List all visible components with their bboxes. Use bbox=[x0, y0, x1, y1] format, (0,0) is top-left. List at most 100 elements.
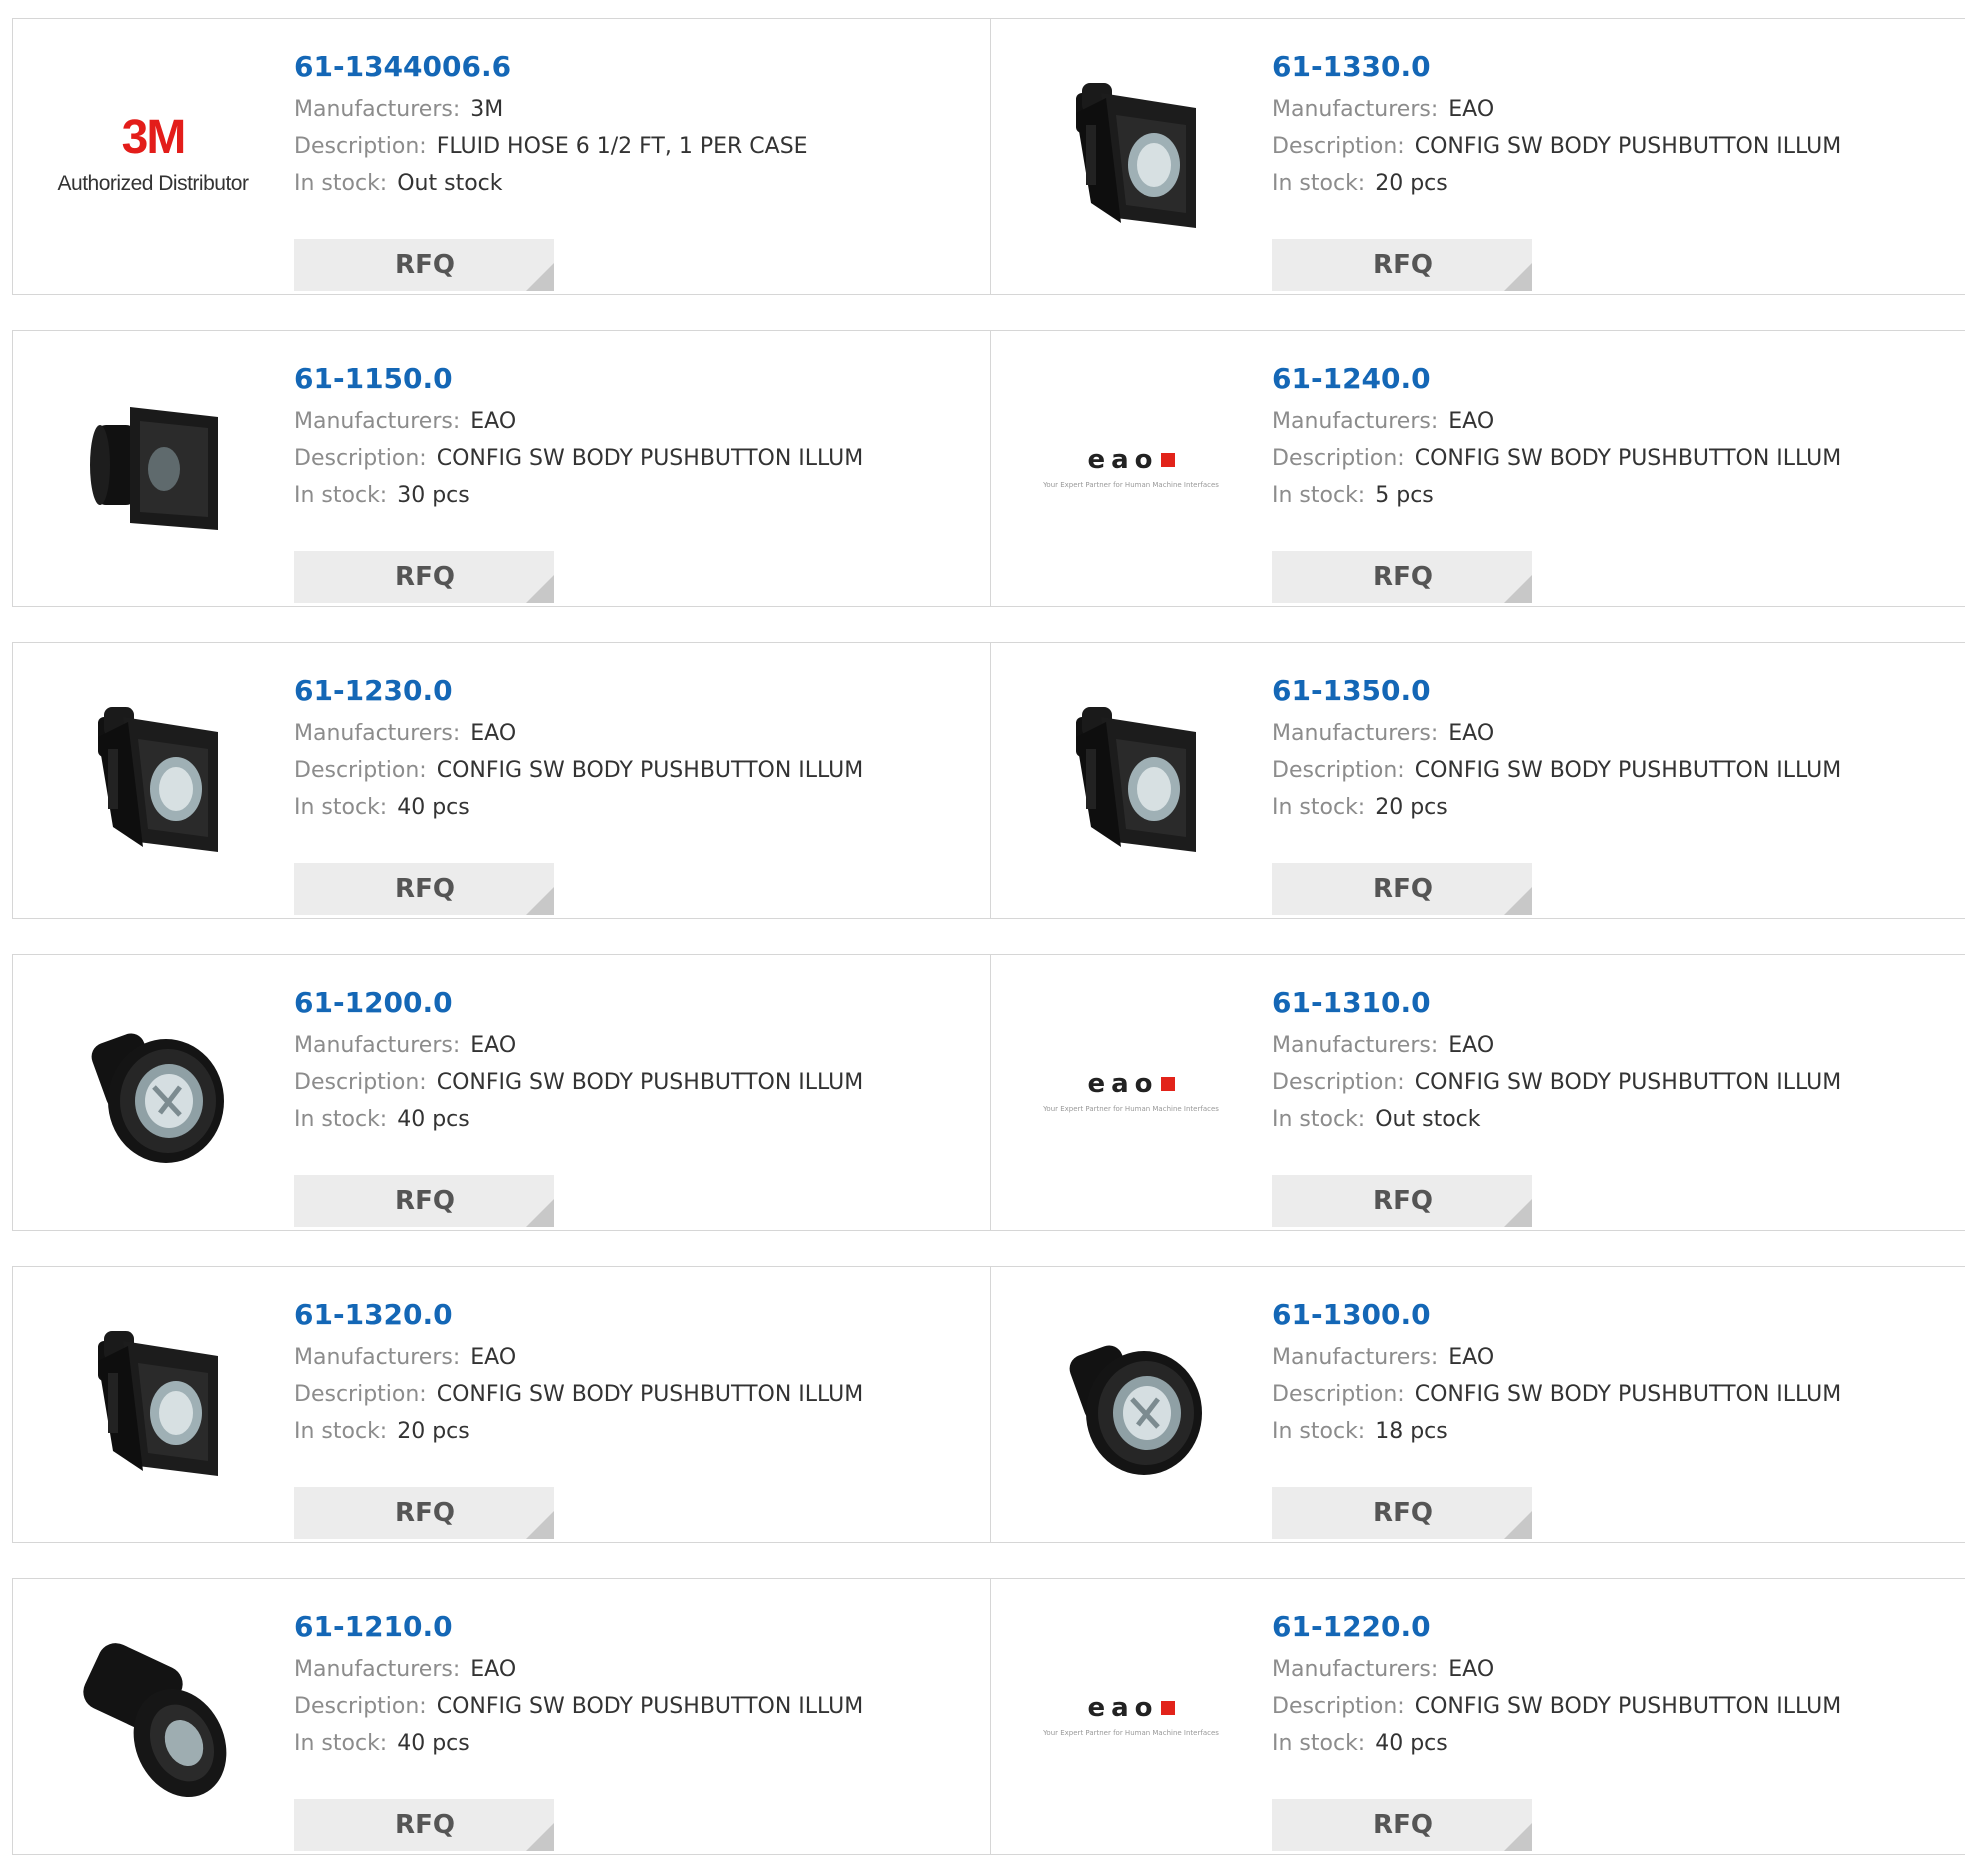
rfq-button[interactable]: RFQ bbox=[294, 1175, 554, 1227]
product-image[interactable] bbox=[53, 367, 253, 567]
stock-line: In stock: 40 pcs bbox=[294, 789, 863, 826]
description-value: CONFIG SW BODY PUSHBUTTON ILLUM bbox=[436, 1070, 864, 1095]
rfq-button[interactable]: RFQ bbox=[294, 1799, 554, 1851]
manufacturer-value: EAO bbox=[1448, 1657, 1495, 1682]
rfq-button[interactable]: RFQ bbox=[294, 863, 554, 915]
rfq-label: RFQ bbox=[395, 250, 455, 280]
stock-line: In stock: 20 pcs bbox=[1272, 165, 1841, 202]
corner-triangle-icon bbox=[526, 1823, 554, 1851]
manufacturer-value: EAO bbox=[470, 721, 517, 746]
manufacturers-label: Manufacturers: bbox=[294, 1657, 461, 1682]
product-image[interactable] bbox=[1031, 679, 1231, 879]
stock-line: In stock: Out stock bbox=[294, 165, 808, 202]
product-info: 61-1330.0 Manufacturers: EAO Description:… bbox=[1272, 49, 1841, 291]
part-number-link[interactable]: 61-1300.0 bbox=[1272, 1297, 1841, 1333]
manufacturer-line: Manufacturers: EAO bbox=[1272, 1651, 1841, 1688]
part-number-link[interactable]: 61-1230.0 bbox=[294, 673, 863, 709]
rfq-label: RFQ bbox=[395, 1810, 455, 1840]
part-number-link[interactable]: 61-1240.0 bbox=[1272, 361, 1841, 397]
product-image[interactable]: eao Your Expert Partner for Human Machin… bbox=[1031, 1615, 1231, 1815]
product-card: 3M Authorized Distributor 61-1344006.6 M… bbox=[13, 19, 990, 294]
corner-triangle-icon bbox=[526, 887, 554, 915]
product-info: 61-1350.0 Manufacturers: EAO Description:… bbox=[1272, 673, 1841, 915]
eao-wordmark: eao bbox=[1087, 1069, 1159, 1099]
description-value: CONFIG SW BODY PUSHBUTTON ILLUM bbox=[436, 1382, 864, 1407]
in-stock-label: In stock: bbox=[1272, 1731, 1366, 1756]
description-label: Description: bbox=[294, 1070, 427, 1095]
rfq-button[interactable]: RFQ bbox=[1272, 551, 1532, 603]
rfq-button[interactable]: RFQ bbox=[294, 239, 554, 291]
product-card: 61-1150.0 Manufacturers: EAO Description:… bbox=[13, 331, 990, 606]
description-value: CONFIG SW BODY PUSHBUTTON ILLUM bbox=[1414, 134, 1842, 159]
product-image[interactable] bbox=[53, 1615, 253, 1815]
manufacturers-label: Manufacturers: bbox=[1272, 409, 1439, 434]
part-number-link[interactable]: 61-1330.0 bbox=[1272, 49, 1841, 85]
product-card: 61-1200.0 Manufacturers: EAO Description:… bbox=[13, 955, 990, 1230]
product-image[interactable] bbox=[53, 991, 253, 1191]
manufacturer-line: Manufacturers: EAO bbox=[294, 1651, 863, 1688]
3m-logo-mark: 3M bbox=[121, 111, 187, 164]
product-row: 61-1210.0 Manufacturers: EAO Description:… bbox=[12, 1578, 1965, 1855]
manufacturer-value: EAO bbox=[470, 1345, 517, 1370]
corner-triangle-icon bbox=[1504, 1511, 1532, 1539]
stock-value: 40 pcs bbox=[397, 1731, 470, 1756]
description-value: CONFIG SW BODY PUSHBUTTON ILLUM bbox=[436, 446, 864, 471]
rfq-button[interactable]: RFQ bbox=[1272, 239, 1532, 291]
rfq-button[interactable]: RFQ bbox=[1272, 1175, 1532, 1227]
part-number-link[interactable]: 61-1344006.6 bbox=[294, 49, 808, 85]
rfq-button[interactable]: RFQ bbox=[1272, 1487, 1532, 1539]
product-image[interactable]: eao Your Expert Partner for Human Machin… bbox=[1031, 367, 1231, 567]
product-card: 61-1330.0 Manufacturers: EAO Description:… bbox=[991, 19, 1965, 294]
part-number-link[interactable]: 61-1210.0 bbox=[294, 1609, 863, 1645]
rfq-label: RFQ bbox=[1373, 874, 1433, 904]
part-number-link[interactable]: 61-1220.0 bbox=[1272, 1609, 1841, 1645]
corner-triangle-icon bbox=[1504, 575, 1532, 603]
description-value: CONFIG SW BODY PUSHBUTTON ILLUM bbox=[1414, 1694, 1842, 1719]
description-line: Description: CONFIG SW BODY PUSHBUTTON IL… bbox=[294, 752, 863, 789]
manufacturers-label: Manufacturers: bbox=[1272, 1033, 1439, 1058]
stock-line: In stock: 40 pcs bbox=[294, 1101, 863, 1138]
description-line: Description: CONFIG SW BODY PUSHBUTTON IL… bbox=[1272, 128, 1841, 165]
eao-wordmark: eao bbox=[1087, 1693, 1159, 1723]
product-image[interactable] bbox=[1031, 1303, 1231, 1503]
product-image[interactable] bbox=[1031, 55, 1231, 255]
product-info: 61-1344006.6 Manufacturers: 3M Descriptio… bbox=[294, 49, 808, 291]
description-label: Description: bbox=[294, 1382, 427, 1407]
description-label: Description: bbox=[1272, 1382, 1405, 1407]
rfq-button[interactable]: RFQ bbox=[1272, 1799, 1532, 1851]
description-label: Description: bbox=[1272, 1070, 1405, 1095]
corner-triangle-icon bbox=[526, 575, 554, 603]
description-label: Description: bbox=[294, 1694, 427, 1719]
part-number-link[interactable]: 61-1150.0 bbox=[294, 361, 863, 397]
product-image[interactable]: eao Your Expert Partner for Human Machin… bbox=[1031, 991, 1231, 1191]
part-number-link[interactable]: 61-1320.0 bbox=[294, 1297, 863, 1333]
part-number-link[interactable]: 61-1200.0 bbox=[294, 985, 863, 1021]
part-number-link[interactable]: 61-1350.0 bbox=[1272, 673, 1841, 709]
manufacturer-value: 3M bbox=[470, 97, 504, 122]
description-value: CONFIG SW BODY PUSHBUTTON ILLUM bbox=[1414, 446, 1842, 471]
product-image[interactable] bbox=[53, 1303, 253, 1503]
pushbutton-photo bbox=[68, 989, 238, 1193]
stock-value: 20 pcs bbox=[1375, 795, 1448, 820]
in-stock-label: In stock: bbox=[294, 1731, 388, 1756]
description-value: CONFIG SW BODY PUSHBUTTON ILLUM bbox=[436, 758, 864, 783]
manufacturers-label: Manufacturers: bbox=[1272, 1345, 1439, 1370]
manufacturer-line: Manufacturers: EAO bbox=[1272, 91, 1841, 128]
rfq-button[interactable]: RFQ bbox=[1272, 863, 1532, 915]
stock-value: 40 pcs bbox=[1375, 1731, 1448, 1756]
rfq-button[interactable]: RFQ bbox=[294, 551, 554, 603]
product-info: 61-1230.0 Manufacturers: EAO Description:… bbox=[294, 673, 863, 915]
rfq-label: RFQ bbox=[395, 562, 455, 592]
part-number-link[interactable]: 61-1310.0 bbox=[1272, 985, 1841, 1021]
3m-logo: 3M Authorized Distributor bbox=[58, 114, 249, 196]
product-image[interactable] bbox=[53, 679, 253, 879]
rfq-button[interactable]: RFQ bbox=[294, 1487, 554, 1539]
description-line: Description: CONFIG SW BODY PUSHBUTTON IL… bbox=[294, 1064, 863, 1101]
description-line: Description: CONFIG SW BODY PUSHBUTTON IL… bbox=[294, 440, 863, 477]
manufacturers-label: Manufacturers: bbox=[294, 409, 461, 434]
rfq-label: RFQ bbox=[1373, 1186, 1433, 1216]
manufacturer-value: EAO bbox=[1448, 97, 1495, 122]
in-stock-label: In stock: bbox=[294, 1419, 388, 1444]
product-image[interactable]: 3M Authorized Distributor bbox=[53, 55, 253, 255]
product-card: 61-1320.0 Manufacturers: EAO Description:… bbox=[13, 1267, 990, 1542]
